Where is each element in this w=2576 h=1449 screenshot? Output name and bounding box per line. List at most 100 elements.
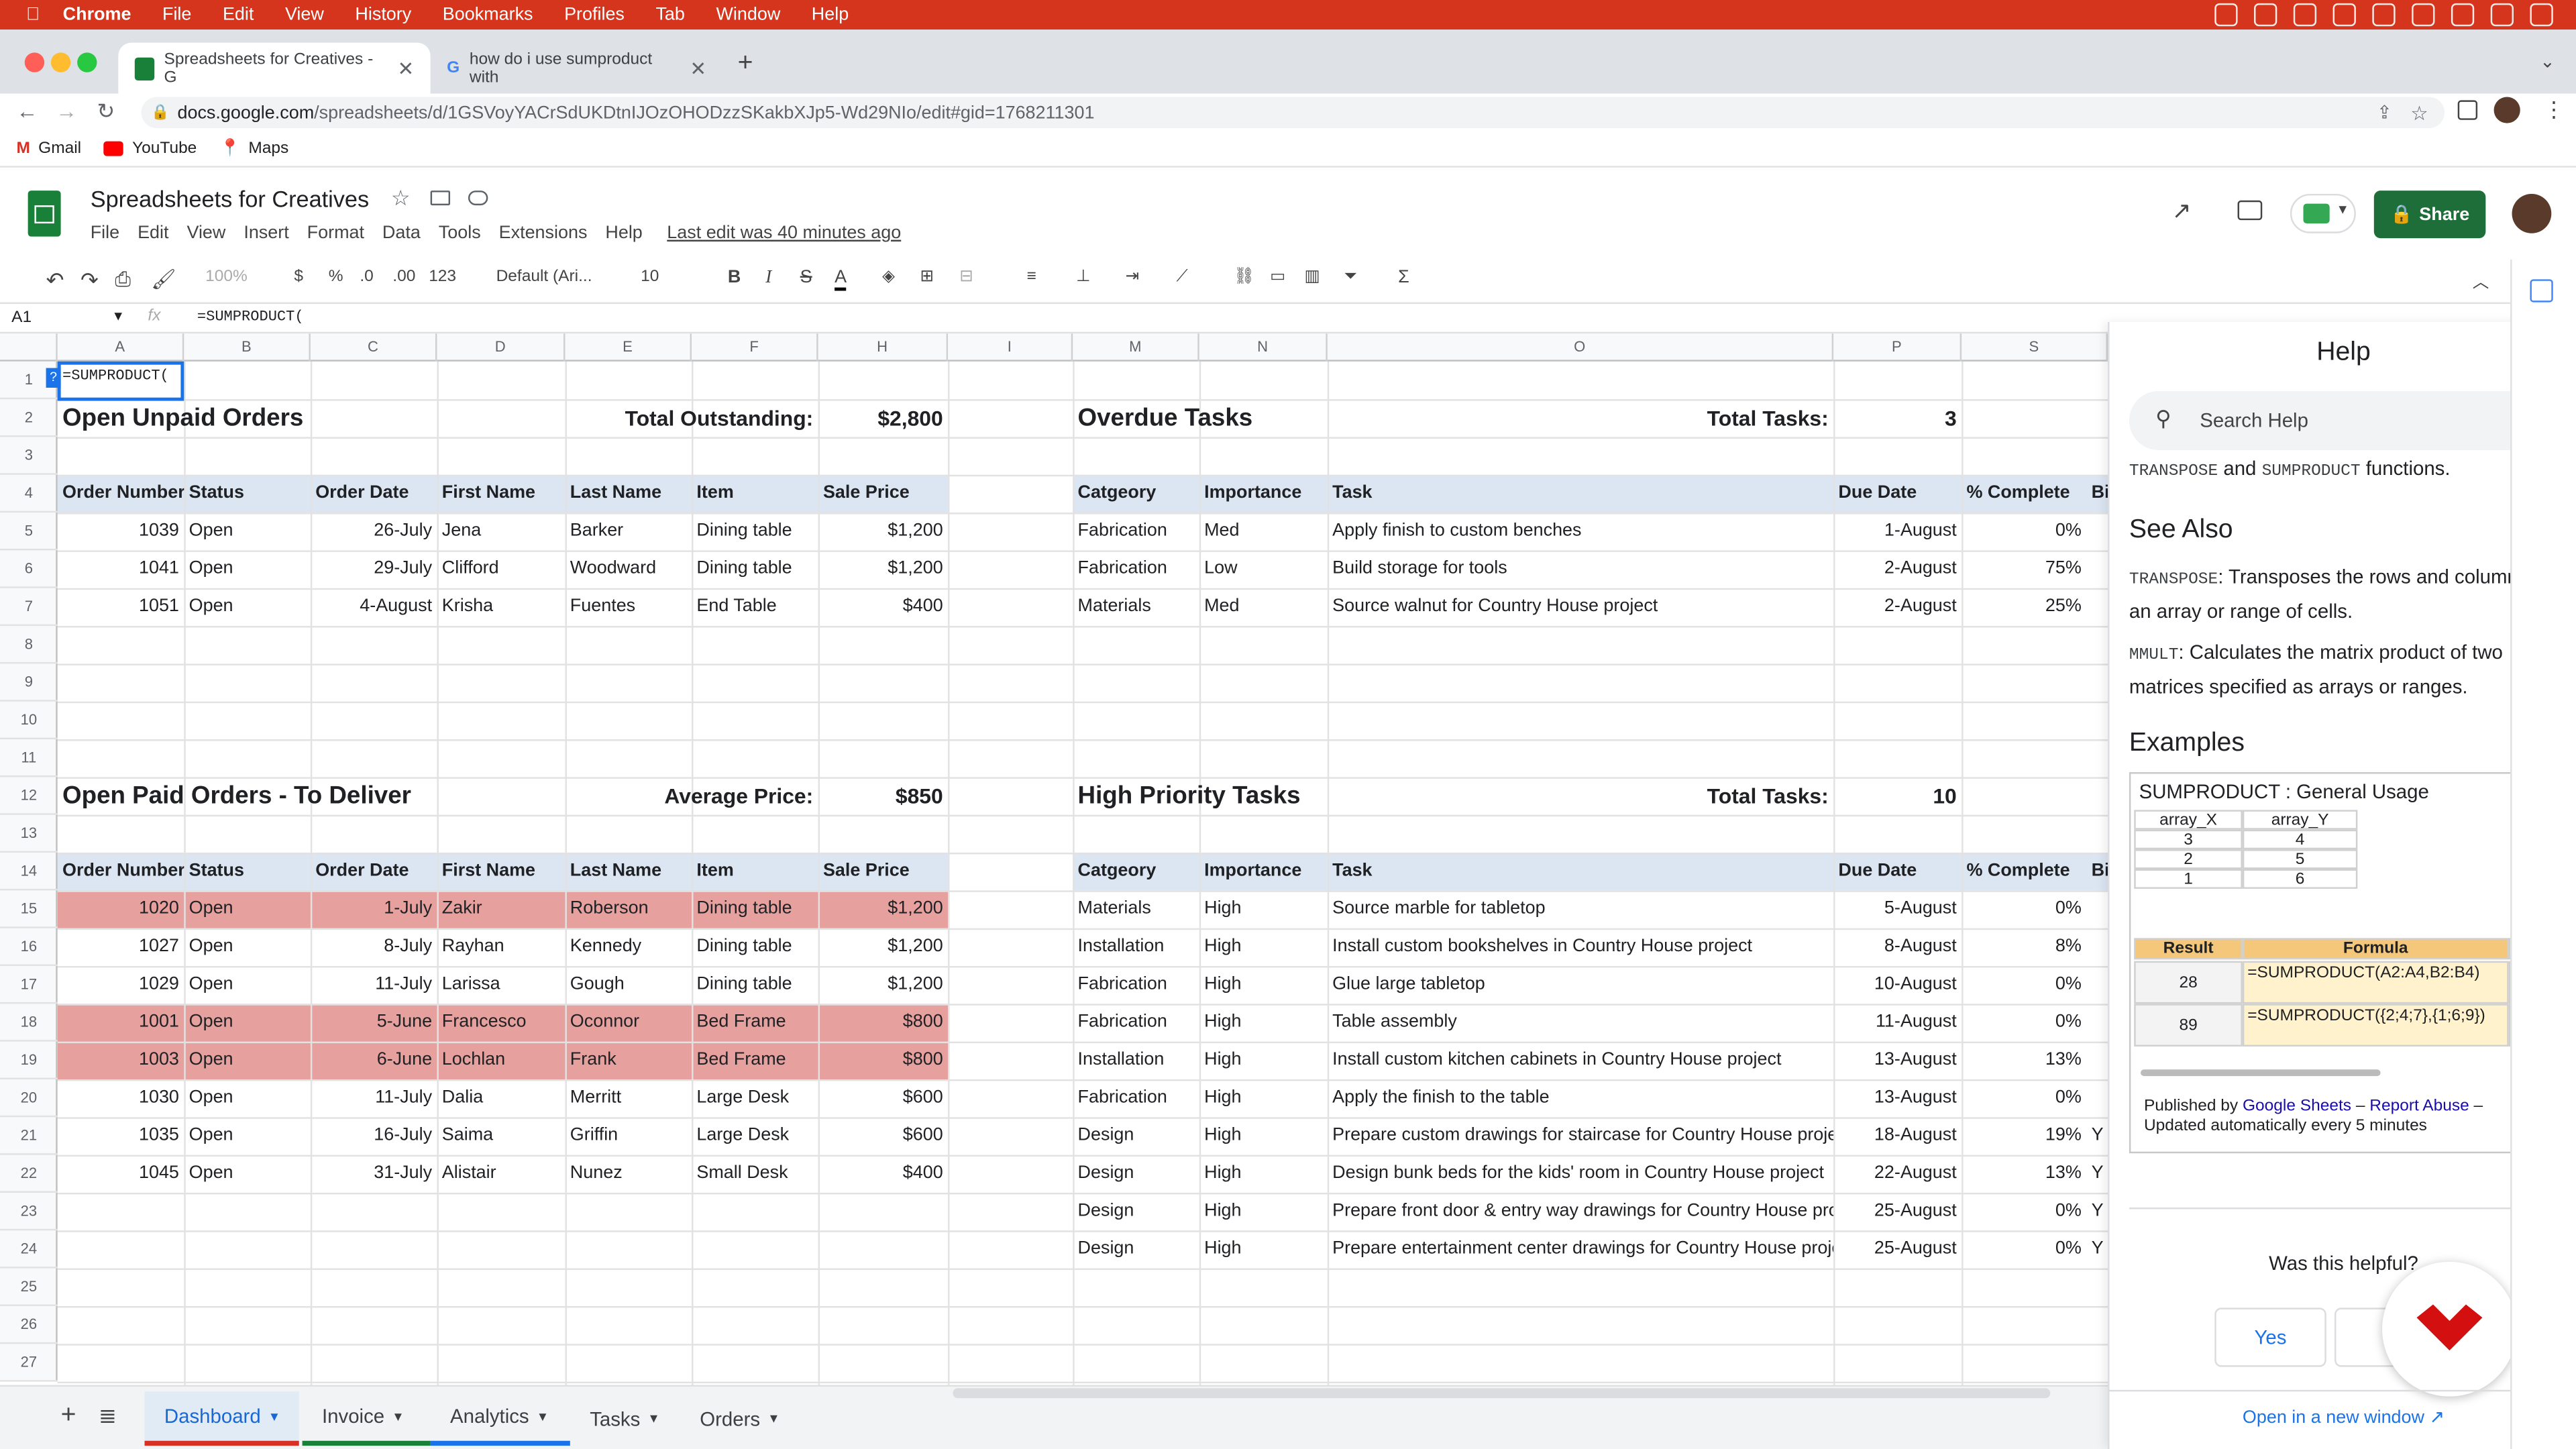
table-cell[interactable]: [2086, 890, 2108, 928]
table-cell[interactable]: 4-August: [311, 588, 437, 626]
share-page-icon[interactable]: ⇪: [2377, 102, 2392, 123]
percent-button[interactable]: %: [329, 268, 343, 286]
forward-icon[interactable]: →: [56, 99, 77, 123]
table-cell[interactable]: Bed Frame: [692, 1004, 818, 1041]
table-cell[interactable]: Alistair: [437, 1155, 565, 1193]
column-label[interactable]: Item: [692, 475, 818, 513]
column-header[interactable]: E: [565, 333, 692, 362]
table-cell[interactable]: Fabrication: [1073, 513, 1199, 550]
table-cell[interactable]: Open: [184, 1042, 311, 1079]
increase-decimal-button[interactable]: .00: [392, 268, 415, 286]
row-header[interactable]: 26: [0, 1306, 58, 1344]
insert-chart-icon[interactable]: ▥: [1305, 268, 1320, 286]
column-label[interactable]: Order Number: [58, 475, 184, 513]
table-cell[interactable]: $1,200: [818, 890, 948, 928]
row-header[interactable]: 23: [0, 1193, 58, 1231]
decrease-decimal-button[interactable]: .0: [360, 268, 373, 286]
formula-input[interactable]: =SUMPRODUCT(: [197, 309, 304, 325]
link-icon[interactable]: ⛓: [1234, 268, 1254, 286]
menu-edit[interactable]: Edit: [223, 5, 254, 24]
table-cell[interactable]: 13-August: [1833, 1042, 1962, 1079]
search-icon[interactable]: [2490, 3, 2514, 27]
table-cell[interactable]: 13-August: [1833, 1079, 1962, 1117]
status-icon[interactable]: [2372, 3, 2396, 27]
table-cell[interactable]: Design: [1073, 1230, 1199, 1268]
sheet-tab[interactable]: Dashboard ▾: [144, 1391, 299, 1446]
table-cell[interactable]: $600: [818, 1079, 948, 1117]
table-cell[interactable]: 1030: [58, 1079, 184, 1117]
table-cell[interactable]: 31-July: [311, 1155, 437, 1193]
section-title[interactable]: Open Paid Orders - To Deliver: [58, 777, 566, 814]
table-cell[interactable]: 0%: [1962, 890, 2086, 928]
column-header[interactable]: N: [1199, 333, 1328, 362]
font-select[interactable]: Default (Ari...: [496, 268, 592, 286]
table-cell[interactable]: Griffin: [565, 1117, 692, 1155]
summary-value[interactable]: 10: [1833, 777, 1962, 814]
transpose-link[interactable]: TRANSPOSE: [2129, 572, 2218, 590]
row-header[interactable]: 11: [0, 739, 58, 777]
table-cell[interactable]: 0%: [1962, 1004, 2086, 1041]
table-cell[interactable]: 10-August: [1833, 966, 1962, 1004]
new-tab-icon[interactable]: +: [738, 49, 753, 78]
paint-format-icon[interactable]: 🖌: [151, 268, 176, 290]
table-cell[interactable]: High: [1199, 1117, 1328, 1155]
column-label[interactable]: Importance: [1199, 475, 1328, 513]
column-label[interactable]: Sale Price: [818, 853, 948, 890]
column-label[interactable]: Order Date: [311, 475, 437, 513]
all-sheets-icon[interactable]: ≣: [99, 1403, 117, 1429]
font-size-select[interactable]: 10: [641, 268, 659, 286]
table-cell[interactable]: 25-August: [1833, 1230, 1962, 1268]
table-cell[interactable]: Open: [184, 890, 311, 928]
table-cell[interactable]: Installation: [1073, 1042, 1199, 1079]
table-cell[interactable]: Larissa: [437, 966, 565, 1004]
summary-label[interactable]: Total Tasks:: [1479, 777, 1833, 814]
table-cell[interactable]: 18-August: [1833, 1117, 1962, 1155]
menu-profiles[interactable]: Profiles: [564, 5, 625, 24]
table-cell[interactable]: Francesco: [437, 1004, 565, 1041]
table-cell[interactable]: 1-July: [311, 890, 437, 928]
table-cell[interactable]: 19%: [1962, 1117, 2086, 1155]
column-header[interactable]: I: [948, 333, 1073, 362]
italic-icon[interactable]: I: [765, 268, 771, 287]
undo-icon[interactable]: ↶: [46, 268, 64, 294]
table-cell[interactable]: Med: [1199, 588, 1328, 626]
back-icon[interactable]: ←: [16, 99, 38, 123]
column-header[interactable]: C: [311, 333, 437, 362]
tab-search-chevron-icon[interactable]: ⌄: [2540, 51, 2555, 72]
table-cell[interactable]: Dining table: [692, 928, 818, 966]
row-header[interactable]: 14: [0, 853, 58, 891]
row-header[interactable]: 7: [0, 588, 58, 627]
table-cell[interactable]: 1035: [58, 1117, 184, 1155]
column-label[interactable]: Task: [1328, 853, 1833, 890]
table-cell[interactable]: Saima: [437, 1117, 565, 1155]
table-cell[interactable]: 0%: [1962, 513, 2086, 550]
table-cell[interactable]: Design: [1073, 1193, 1199, 1230]
bookmark-youtube[interactable]: YouTube: [104, 140, 197, 158]
column-header[interactable]: P: [1833, 333, 1962, 362]
menu-format[interactable]: Format: [307, 223, 364, 243]
row-header[interactable]: 20: [0, 1079, 58, 1118]
menu-view[interactable]: View: [186, 223, 225, 243]
table-cell[interactable]: Prepare custom drawings for staircase fo…: [1328, 1117, 1833, 1155]
mmult-link[interactable]: MMULT: [2129, 647, 2179, 665]
table-cell[interactable]: $400: [818, 1155, 948, 1193]
url-input[interactable]: 🔒 docs.google.com/spreadsheets/d/1GSVoyY…: [141, 97, 2445, 129]
row-header[interactable]: 10: [0, 702, 58, 740]
row-header[interactable]: 12: [0, 777, 58, 815]
menu-file[interactable]: File: [91, 223, 119, 243]
wifi-icon[interactable]: [2412, 3, 2435, 27]
table-cell[interactable]: 1027: [58, 928, 184, 966]
table-cell[interactable]: Barker: [565, 513, 692, 550]
table-cell[interactable]: Source marble for tabletop: [1328, 890, 1833, 928]
status-icon[interactable]: [2214, 3, 2238, 27]
column-label[interactable]: % Complete: [1962, 853, 2086, 890]
align-left-icon[interactable]: ≡: [1027, 268, 1036, 286]
table-cell[interactable]: [2086, 1079, 2108, 1117]
yes-button[interactable]: Yes: [2214, 1307, 2326, 1367]
more-formats-button[interactable]: 123: [429, 268, 456, 286]
column-label[interactable]: Importance: [1199, 853, 1328, 890]
row-header[interactable]: 2: [0, 399, 58, 437]
table-cell[interactable]: Jena: [437, 513, 565, 550]
table-cell[interactable]: Zakir: [437, 890, 565, 928]
chevron-down-icon[interactable]: ▾: [770, 1409, 777, 1428]
